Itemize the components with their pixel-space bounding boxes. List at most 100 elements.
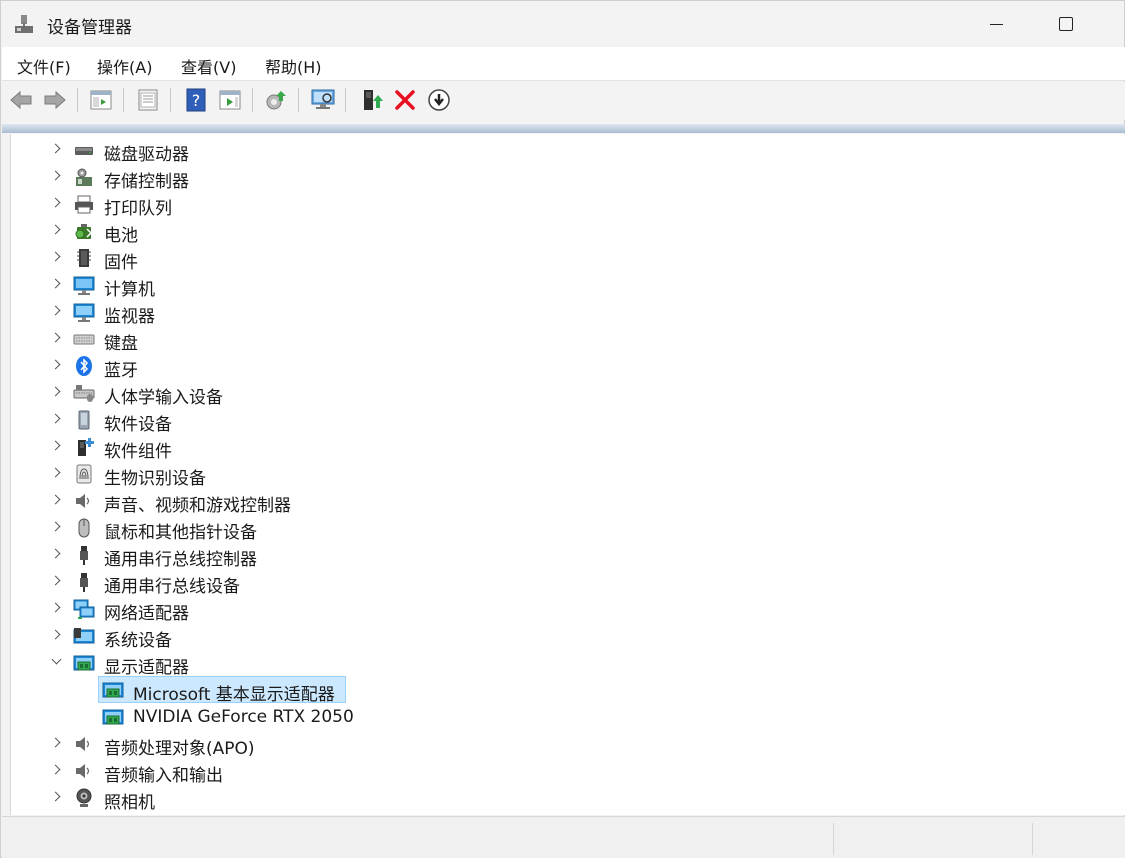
window-title: 设备管理器 xyxy=(47,18,132,38)
computer-icon xyxy=(73,276,95,295)
tree-node[interactable]: 软件组件 xyxy=(11,433,611,462)
display-adapter-icon xyxy=(102,682,124,698)
chevron-right-icon[interactable] xyxy=(49,601,63,615)
chevron-right-icon[interactable] xyxy=(49,466,63,480)
tree-node[interactable]: 照相机 xyxy=(11,784,611,813)
tree-node-label: 监视器 xyxy=(104,307,155,327)
tree-node[interactable]: 存储控制器 xyxy=(11,163,611,192)
tree-node[interactable]: 固件 xyxy=(11,244,611,273)
tree-node-label: 音频处理对象(APO) xyxy=(104,739,255,759)
tree-node-label: 音频输入和输出 xyxy=(104,766,223,786)
tree-node-label: 照相机 xyxy=(104,793,155,813)
update-driver-icon[interactable] xyxy=(263,87,289,113)
tree-node[interactable]: 磁盘驱动器 xyxy=(11,136,611,165)
chevron-right-icon[interactable] xyxy=(49,763,63,777)
tree-node-label: 电池 xyxy=(104,226,138,246)
scan-hardware-icon[interactable] xyxy=(310,87,336,113)
hid-icon xyxy=(73,385,95,402)
menu-view[interactable]: 查看(V) xyxy=(181,54,236,78)
tree-node-label: 软件设备 xyxy=(104,415,172,435)
chevron-right-icon[interactable] xyxy=(49,304,63,318)
device-tree: 磁盘驱动器 存储控制器打印队列电池 固件 计算机监视器 键盘蓝牙 人体学输入设备软件设备软… xyxy=(10,134,1125,815)
tree-node[interactable]: 人体学输入设备 xyxy=(11,379,611,408)
chevron-right-icon[interactable] xyxy=(49,385,63,399)
chevron-right-icon[interactable] xyxy=(49,358,63,372)
tree-node[interactable]: 声音、视频和游戏控制器 xyxy=(11,487,611,516)
run-icon[interactable] xyxy=(217,87,243,113)
usb-icon xyxy=(80,546,88,565)
tree-child-node[interactable]: Microsoft 基本显示适配器 xyxy=(11,676,611,705)
monitor-icon xyxy=(73,303,95,322)
tree-node[interactable]: 通用串行总线设备 xyxy=(11,568,611,597)
tree-node[interactable]: 电池 xyxy=(11,217,611,246)
tree-node-label: 声音、视频和游戏控制器 xyxy=(104,496,291,516)
tree-node[interactable]: 通用串行总线控制器 xyxy=(11,541,611,570)
uninstall-device-icon[interactable] xyxy=(392,87,418,113)
chevron-down-icon[interactable] xyxy=(49,655,63,669)
tree-node[interactable]: 打印队列 xyxy=(11,190,611,219)
menu-help[interactable]: 帮助(H) xyxy=(265,54,322,78)
speaker-icon xyxy=(76,494,90,508)
tree-node-label: 显示适配器 xyxy=(104,658,189,678)
help-icon[interactable]: ? xyxy=(183,87,209,113)
chevron-right-icon[interactable] xyxy=(49,547,63,561)
tree-node[interactable]: 网络适配器 xyxy=(11,595,611,624)
back-arrow-icon[interactable] xyxy=(8,87,34,113)
tree-node[interactable]: 蓝牙 xyxy=(11,352,611,381)
tree-node-label: 蓝牙 xyxy=(104,361,138,381)
chevron-right-icon[interactable] xyxy=(49,142,63,156)
chevron-right-icon[interactable] xyxy=(49,223,63,237)
tree-node-label: 网络适配器 xyxy=(104,604,189,624)
storage-controller-icon xyxy=(76,168,92,186)
tree-node[interactable]: 计算机 xyxy=(11,271,611,300)
chevron-right-icon[interactable] xyxy=(49,493,63,507)
menu-file[interactable]: 文件(F) xyxy=(17,54,71,78)
device-manager-icon xyxy=(15,15,33,33)
chevron-right-icon[interactable] xyxy=(49,331,63,345)
tree-node[interactable]: 监视器 xyxy=(11,298,611,327)
chevron-right-icon[interactable] xyxy=(49,628,63,642)
chevron-right-icon[interactable] xyxy=(49,277,63,291)
firmware-icon xyxy=(77,249,91,267)
tree-node[interactable]: 显示适配器 xyxy=(11,649,611,678)
chevron-right-icon[interactable] xyxy=(49,790,63,804)
svg-text:?: ? xyxy=(192,91,201,110)
tree-node[interactable]: 系统设备 xyxy=(11,622,611,651)
network-adapter-icon xyxy=(73,599,95,619)
chevron-right-icon[interactable] xyxy=(49,169,63,183)
tree-node[interactable]: 键盘 xyxy=(11,325,611,354)
chevron-right-icon[interactable] xyxy=(49,574,63,588)
chevron-right-icon[interactable] xyxy=(49,412,63,426)
show-hide-console-tree-icon[interactable] xyxy=(88,87,114,113)
tree-node[interactable]: 生物识别设备 xyxy=(11,460,611,489)
keyboard-icon xyxy=(73,334,95,345)
menu-action[interactable]: 操作(A) xyxy=(97,54,152,78)
disable-device-icon[interactable] xyxy=(426,87,452,113)
software-device-icon xyxy=(78,410,90,430)
tree-node[interactable]: 软件设备 xyxy=(11,406,611,435)
chevron-right-icon[interactable] xyxy=(49,736,63,750)
usb-icon xyxy=(80,573,88,592)
battery-icon xyxy=(75,224,93,239)
device-manager-window: 设备管理器 文件(F) 操作(A) 查看(V) 帮助(H) ? 磁盘驱动器 存储… xyxy=(0,0,1125,858)
tree-node[interactable]: 音频处理对象(APO) xyxy=(11,730,611,759)
toolbar: ? xyxy=(2,82,1125,120)
tree-node[interactable]: 鼠标和其他指针设备 xyxy=(11,514,611,543)
display-adapter-icon xyxy=(73,655,95,671)
minimize-button[interactable] xyxy=(974,1,1020,47)
chevron-right-icon[interactable] xyxy=(49,196,63,210)
maximize-button[interactable] xyxy=(1042,1,1088,47)
display-adapter-icon xyxy=(102,709,124,725)
tree-node-label: 软件组件 xyxy=(104,442,172,462)
software-component-icon xyxy=(78,438,94,456)
enable-device-icon[interactable] xyxy=(359,87,385,113)
toolbar-divider xyxy=(2,124,1125,133)
chevron-right-icon[interactable] xyxy=(49,250,63,264)
chevron-right-icon[interactable] xyxy=(49,439,63,453)
tree-child-node[interactable]: NVIDIA GeForce RTX 2050 xyxy=(11,703,611,730)
chevron-right-icon[interactable] xyxy=(49,520,63,534)
tree-node-label: 打印队列 xyxy=(104,199,172,219)
tree-node[interactable]: 音频输入和输出 xyxy=(11,757,611,786)
properties-icon[interactable] xyxy=(135,87,161,113)
forward-arrow-icon[interactable] xyxy=(42,87,68,113)
